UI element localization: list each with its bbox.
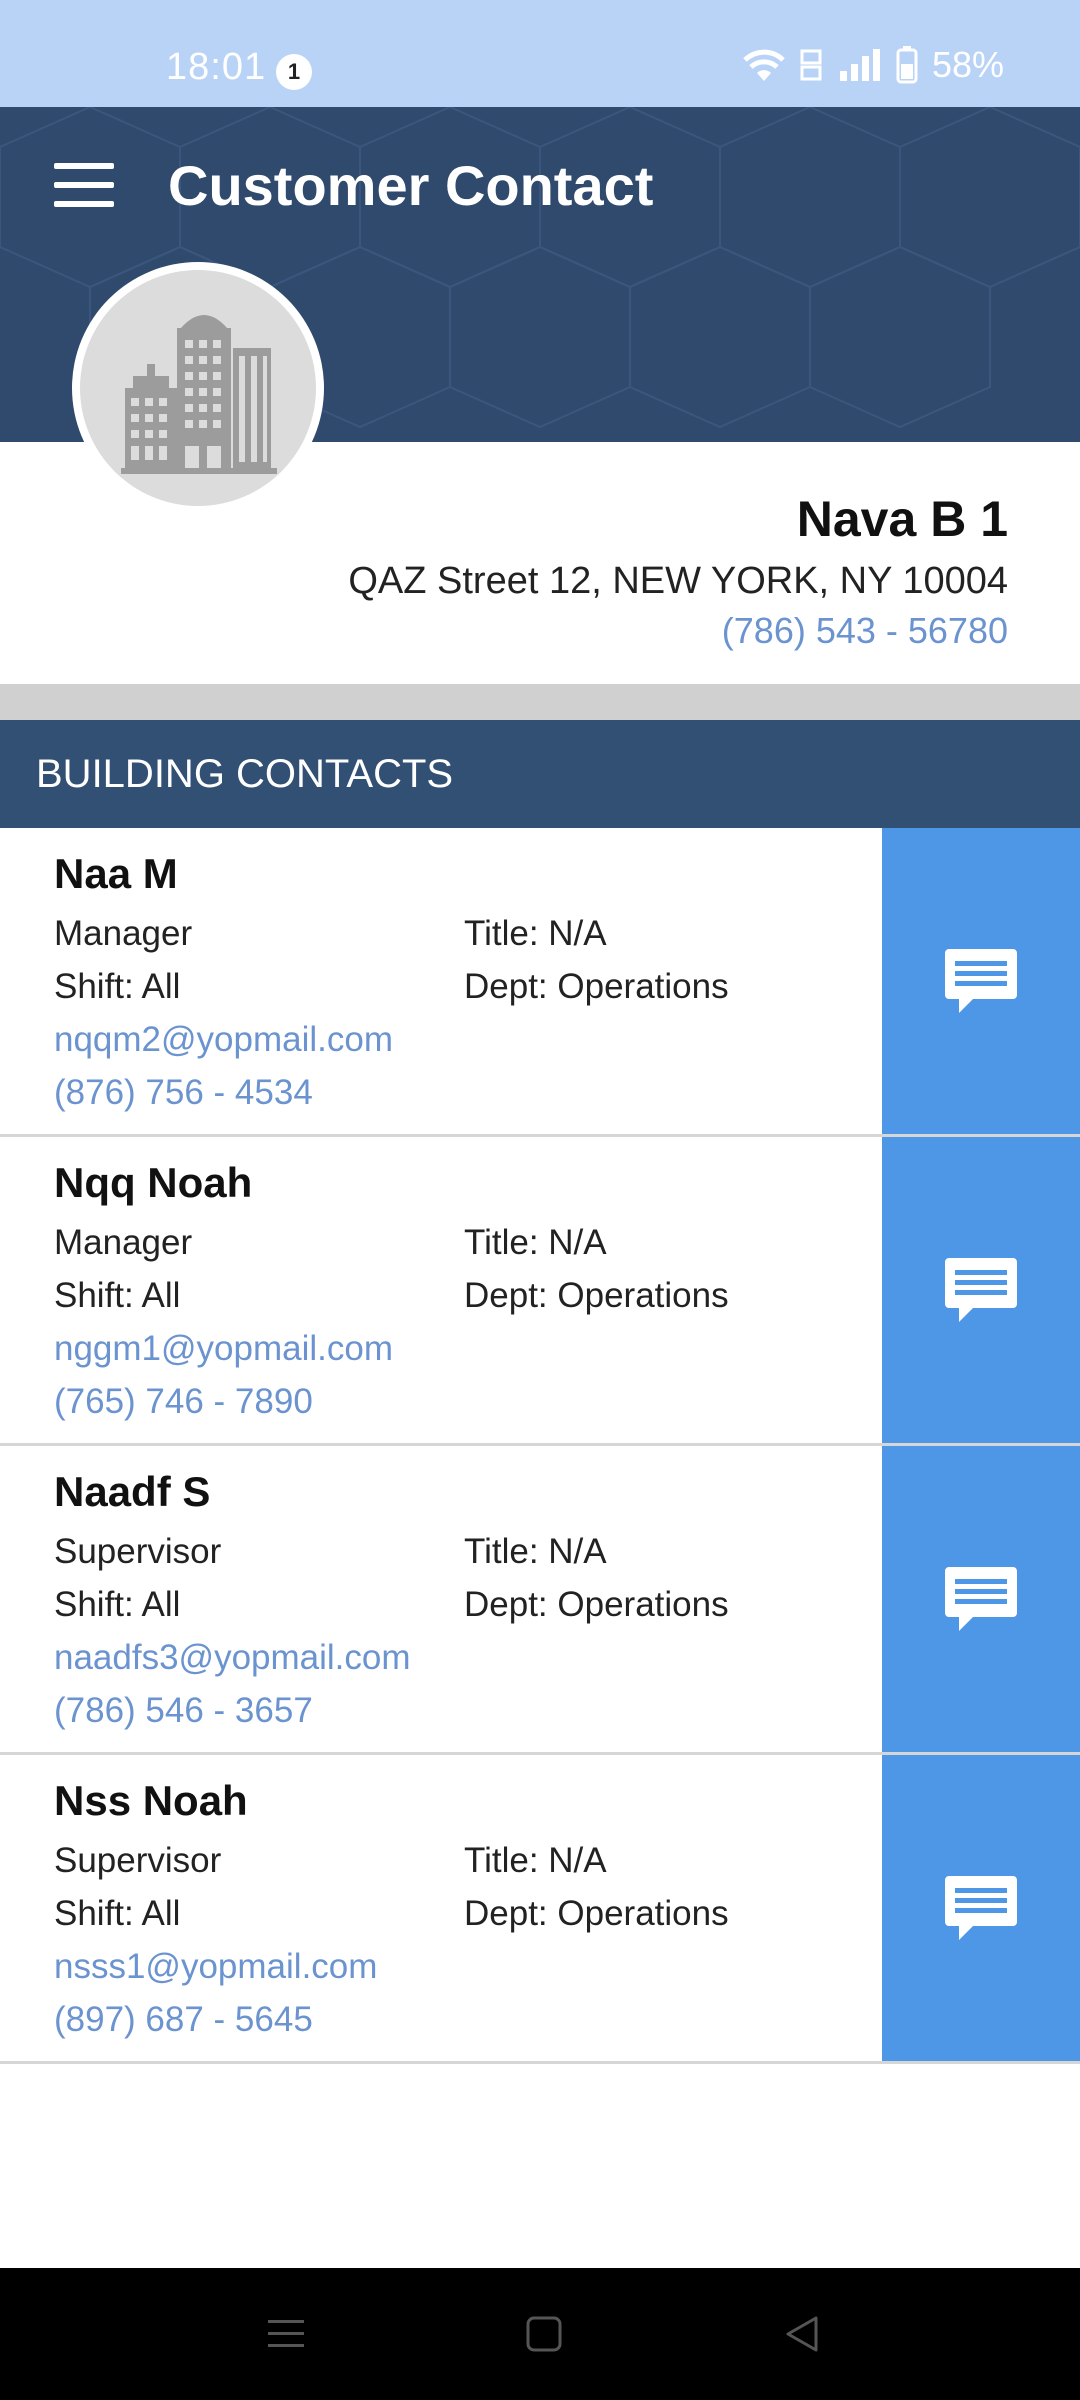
building-address: QAZ Street 12, NEW YORK, NY 10004	[348, 560, 1008, 602]
message-button[interactable]	[882, 828, 1080, 1134]
volte-icon	[800, 49, 822, 81]
contact-name: Naadf S	[54, 1468, 211, 1515]
home-button[interactable]	[514, 2308, 574, 2360]
contact-phone-link[interactable]: (897) 687 - 5645	[54, 2000, 313, 2040]
contact-name: Nss Noah	[54, 1777, 248, 1824]
contact-role: Manager	[54, 914, 193, 953]
chat-message-icon	[945, 949, 1017, 1013]
contact-email-link[interactable]: nggm1@yopmail.com	[54, 1329, 393, 1369]
contact-shift: Shift: All	[54, 1276, 181, 1315]
building-avatar	[72, 262, 324, 514]
contact-role: Supervisor	[54, 1841, 222, 1880]
chat-message-icon	[945, 1258, 1017, 1322]
contact-title: Title: N/A	[464, 1532, 607, 1571]
contact-role: Manager	[54, 1223, 193, 1262]
message-button[interactable]	[882, 1137, 1080, 1443]
battery-percent: 58%	[931, 44, 1004, 85]
section-divider	[0, 684, 1080, 720]
contact-dept: Dept: Operations	[464, 1894, 729, 1933]
contact-row: Naadf S Supervisor Shift: All naadfs3@yo…	[0, 1446, 1080, 1755]
contact-dept: Dept: Operations	[464, 1276, 729, 1315]
contact-name: Naa M	[54, 850, 178, 897]
home-icon	[526, 2316, 562, 2352]
status-time: 18:01	[166, 46, 267, 88]
notification-badge: 1	[276, 54, 312, 90]
contact-shift: Shift: All	[54, 1894, 181, 1933]
recent-apps-icon	[268, 2320, 304, 2347]
status-bar: 18:01 1 58%	[0, 0, 1080, 107]
building-icon	[121, 315, 277, 474]
chat-message-icon	[945, 1567, 1017, 1631]
contact-shift: Shift: All	[54, 1585, 181, 1624]
contact-name: Nqq Noah	[54, 1159, 253, 1206]
contact-row: Nss Noah Supervisor Shift: All nsss1@yop…	[0, 1755, 1080, 2064]
contact-phone-link[interactable]: (765) 746 - 7890	[54, 1382, 313, 1422]
contact-phone-link[interactable]: (786) 546 - 3657	[54, 1691, 313, 1731]
back-button[interactable]	[772, 2308, 832, 2360]
battery-icon	[896, 46, 918, 84]
contact-email-link[interactable]: nqqm2@yopmail.com	[54, 1020, 393, 1060]
contact-phone-link[interactable]: (876) 756 - 4534	[54, 1073, 313, 1113]
contact-title: Title: N/A	[464, 1223, 607, 1262]
page-title: Customer Contact	[168, 154, 654, 217]
system-nav-bar	[0, 2268, 1080, 2400]
message-button[interactable]	[882, 1755, 1080, 2061]
contact-email-link[interactable]: naadfs3@yopmail.com	[54, 1638, 411, 1678]
contact-dept: Dept: Operations	[464, 1585, 729, 1624]
contact-shift: Shift: All	[54, 967, 181, 1006]
message-button[interactable]	[882, 1446, 1080, 1752]
contact-row: Naa M Manager Shift: All nqqm2@yopmail.c…	[0, 828, 1080, 1137]
contact-role: Supervisor	[54, 1532, 222, 1571]
building-name: Nava B 1	[796, 491, 1008, 547]
contact-title: Title: N/A	[464, 914, 607, 953]
contact-dept: Dept: Operations	[464, 967, 729, 1006]
hamburger-menu-icon[interactable]	[54, 163, 114, 207]
signal-icon	[839, 49, 880, 81]
contact-row: Nqq Noah Manager Shift: All nggm1@yopmai…	[0, 1137, 1080, 1446]
building-phone-link[interactable]: (786) 543 - 56780	[722, 610, 1008, 652]
contact-title: Title: N/A	[464, 1841, 607, 1880]
back-icon	[786, 2316, 818, 2352]
recent-apps-button[interactable]	[256, 2308, 316, 2360]
chat-message-icon	[945, 1876, 1017, 1940]
status-icons: 58%	[742, 44, 1004, 86]
contact-email-link[interactable]: nsss1@yopmail.com	[54, 1947, 377, 1987]
contacts-list: Naa M Manager Shift: All nqqm2@yopmail.c…	[0, 828, 1080, 2064]
wifi-icon	[743, 49, 785, 81]
section-header: BUILDING CONTACTS	[0, 720, 1080, 828]
